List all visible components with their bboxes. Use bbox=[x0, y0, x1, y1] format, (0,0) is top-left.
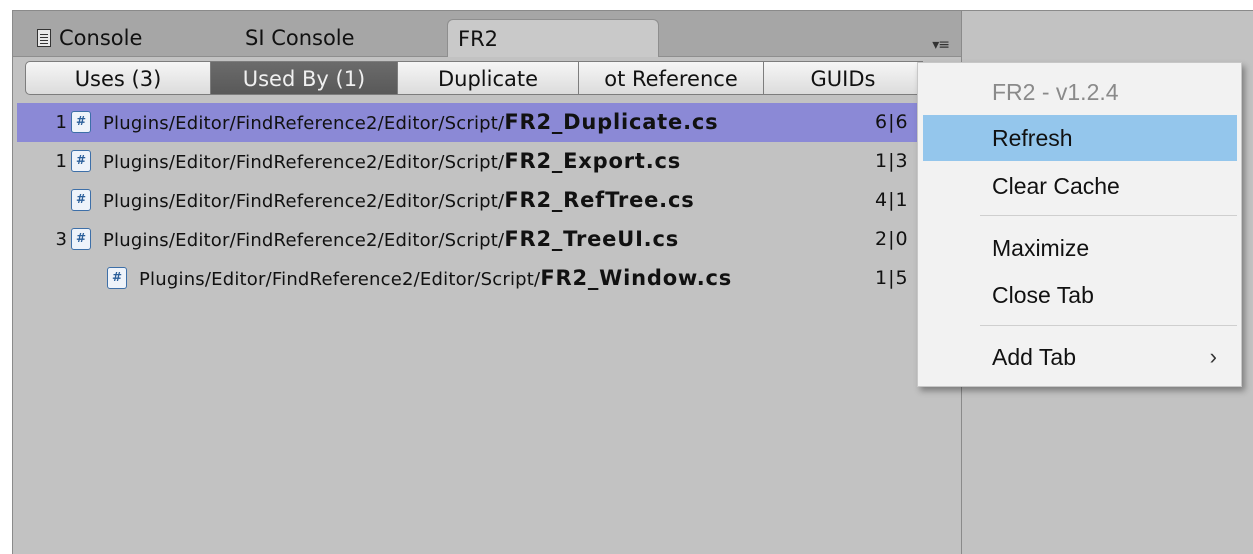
csharp-file-icon: # bbox=[71, 111, 91, 133]
row-count: 2|0 bbox=[875, 228, 909, 250]
fr2-editor-panel: Console SI Console FR2 ▾≡ Uses (3) Used … bbox=[12, 10, 962, 554]
fr2-toolbar: Uses (3) Used By (1) Duplicate ot Refere… bbox=[25, 61, 923, 97]
menu-item-clear-cache[interactable]: Clear Cache bbox=[923, 163, 1237, 209]
duplicate-button[interactable]: Duplicate bbox=[397, 61, 579, 95]
list-item[interactable]: 3 # Plugins/Editor/FindReference2/Editor… bbox=[17, 220, 957, 259]
panel-menu-icon[interactable]: ▾≡ bbox=[932, 37, 950, 53]
console-icon bbox=[37, 29, 51, 47]
used-by-button[interactable]: Used By (1) bbox=[210, 61, 398, 95]
menu-separator bbox=[980, 215, 1237, 216]
row-number: 1 bbox=[55, 112, 67, 133]
row-count: 1|5 bbox=[875, 267, 909, 289]
menu-separator bbox=[980, 325, 1237, 326]
uses-button[interactable]: Uses (3) bbox=[25, 61, 211, 95]
row-count: 1|3 bbox=[875, 150, 909, 172]
file-path: Plugins/Editor/FindReference2/Editor/Scr… bbox=[103, 149, 682, 173]
file-path: Plugins/Editor/FindReference2/Editor/Scr… bbox=[103, 188, 695, 212]
file-path: Plugins/Editor/FindReference2/Editor/Scr… bbox=[103, 110, 719, 134]
list-item[interactable]: 1 # Plugins/Editor/FindReference2/Editor… bbox=[17, 103, 957, 142]
menu-item-refresh[interactable]: Refresh bbox=[923, 115, 1237, 161]
context-menu: FR2 - v1.2.4 Refresh Clear Cache Maximiz… bbox=[917, 62, 1242, 387]
list-item[interactable]: 1 # Plugins/Editor/FindReference2/Editor… bbox=[17, 142, 957, 181]
csharp-file-icon: # bbox=[71, 228, 91, 250]
csharp-file-icon: # bbox=[71, 189, 91, 211]
file-path: Plugins/Editor/FindReference2/Editor/Scr… bbox=[139, 266, 733, 290]
menu-item-add-tab[interactable]: Add Tab › bbox=[923, 334, 1237, 380]
csharp-file-icon: # bbox=[107, 267, 127, 289]
tab-fr2[interactable]: FR2 bbox=[447, 19, 659, 57]
tab-console[interactable]: Console bbox=[27, 19, 227, 57]
add-tab-label: Add Tab bbox=[992, 344, 1076, 370]
panel-tab-strip: Console SI Console FR2 ▾≡ bbox=[13, 11, 961, 57]
row-count: 4|1 bbox=[875, 189, 909, 211]
not-reference-button[interactable]: ot Reference bbox=[578, 61, 764, 95]
file-path: Plugins/Editor/FindReference2/Editor/Scr… bbox=[103, 227, 680, 251]
menu-header-version: FR2 - v1.2.4 bbox=[992, 79, 1119, 105]
tab-console-label: Console bbox=[59, 26, 143, 50]
row-count: 6|6 bbox=[875, 111, 909, 133]
tab-si-console[interactable]: SI Console bbox=[235, 19, 435, 57]
menu-item-maximize[interactable]: Maximize bbox=[923, 225, 1237, 271]
row-number: 1 bbox=[55, 151, 67, 172]
menu-item-close-tab[interactable]: Close Tab bbox=[923, 272, 1237, 318]
csharp-file-icon: # bbox=[71, 150, 91, 172]
tab-fr2-label: FR2 bbox=[458, 27, 499, 51]
row-number: 3 bbox=[55, 229, 67, 250]
guids-button[interactable]: GUIDs bbox=[763, 61, 923, 95]
list-item[interactable]: # Plugins/Editor/FindReference2/Editor/S… bbox=[17, 259, 957, 298]
reference-list: 1 # Plugins/Editor/FindReference2/Editor… bbox=[17, 103, 957, 298]
chevron-right-icon: › bbox=[1209, 344, 1217, 369]
list-item[interactable]: # Plugins/Editor/FindReference2/Editor/S… bbox=[17, 181, 957, 220]
tab-si-console-label: SI Console bbox=[245, 26, 355, 50]
